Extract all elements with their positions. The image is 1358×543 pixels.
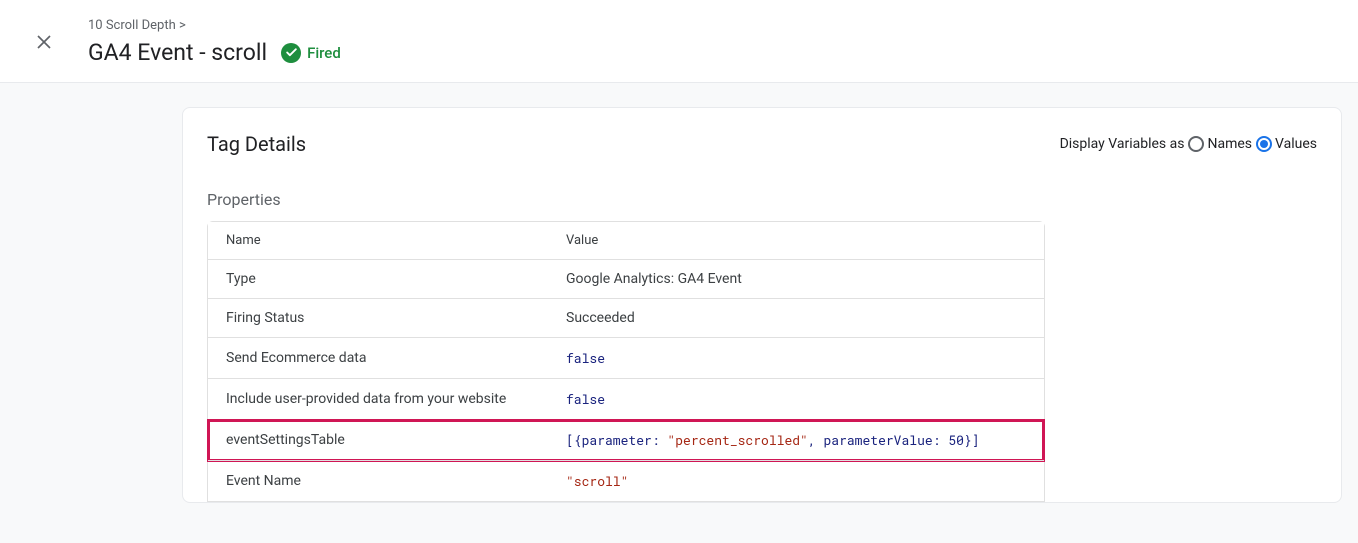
table-header-row: Name Value [208,222,1044,260]
header-text: 10 Scroll Depth > GA4 Event - scroll Fir… [88,18,1358,66]
display-variables-toggle: Display Variables as Names Values [1060,136,1317,152]
table-row: Firing StatusSucceeded [208,299,1044,338]
radio-dot-icon [1260,140,1268,148]
close-button[interactable] [32,32,56,56]
radio-values-label: Values [1275,136,1317,152]
properties-table: Name Value TypeGoogle Analytics: GA4 Eve… [207,221,1045,502]
display-variables-label: Display Variables as [1060,136,1185,152]
property-name: Include user-provided data from your web… [208,379,548,420]
status-badge: Fired [281,43,341,63]
table-row: eventSettingsTable [{parameter: "percent_… [208,420,1044,461]
table-row: TypeGoogle Analytics: GA4 Event [208,260,1044,299]
status-text: Fired [307,44,341,62]
radio-names-label: Names [1207,136,1252,152]
property-name: Type [208,260,548,299]
radio-circle-selected-icon [1256,136,1272,152]
table-row: Send Ecommerce data false [208,338,1044,379]
property-value: [{parameter: "percent_scrolled", paramet… [548,420,1044,461]
close-button-wrap [0,18,88,56]
content-area: Tag Details Display Variables as Names V… [0,83,1358,543]
radio-names[interactable]: Names [1188,136,1252,152]
table-row: Include user-provided data from your web… [208,379,1044,420]
code-value: false [566,390,605,408]
property-value: Succeeded [548,299,1044,338]
code-value: false [566,349,605,367]
header-name: Name [208,222,548,260]
page-title: GA4 Event - scroll [88,39,267,66]
tag-details-card: Tag Details Display Variables as Names V… [182,107,1342,503]
property-value: "scroll" [548,461,1044,501]
top-bar: 10 Scroll Depth > GA4 Event - scroll Fir… [0,0,1358,83]
property-name: Send Ecommerce data [208,338,548,379]
header-value: Value [548,222,1044,260]
property-name: Firing Status [208,299,548,338]
section-title: Tag Details [207,132,306,156]
radio-circle-icon [1188,136,1204,152]
card-header-row: Tag Details Display Variables as Names V… [207,132,1317,156]
close-icon [35,33,53,55]
breadcrumb[interactable]: 10 Scroll Depth > [88,18,1358,33]
code-value: [{parameter: "percent_scrolled", paramet… [566,431,980,449]
check-circle-icon [281,43,301,63]
title-row: GA4 Event - scroll Fired [88,39,1358,66]
properties-subtitle: Properties [207,190,1317,209]
property-value: false [548,338,1044,379]
radio-values[interactable]: Values [1256,136,1317,152]
property-name: eventSettingsTable [208,420,548,461]
property-value: Google Analytics: GA4 Event [548,260,1044,299]
property-value: false [548,379,1044,420]
code-value: "scroll" [566,472,628,490]
table-row: Event Name "scroll" [208,461,1044,501]
property-name: Event Name [208,461,548,501]
